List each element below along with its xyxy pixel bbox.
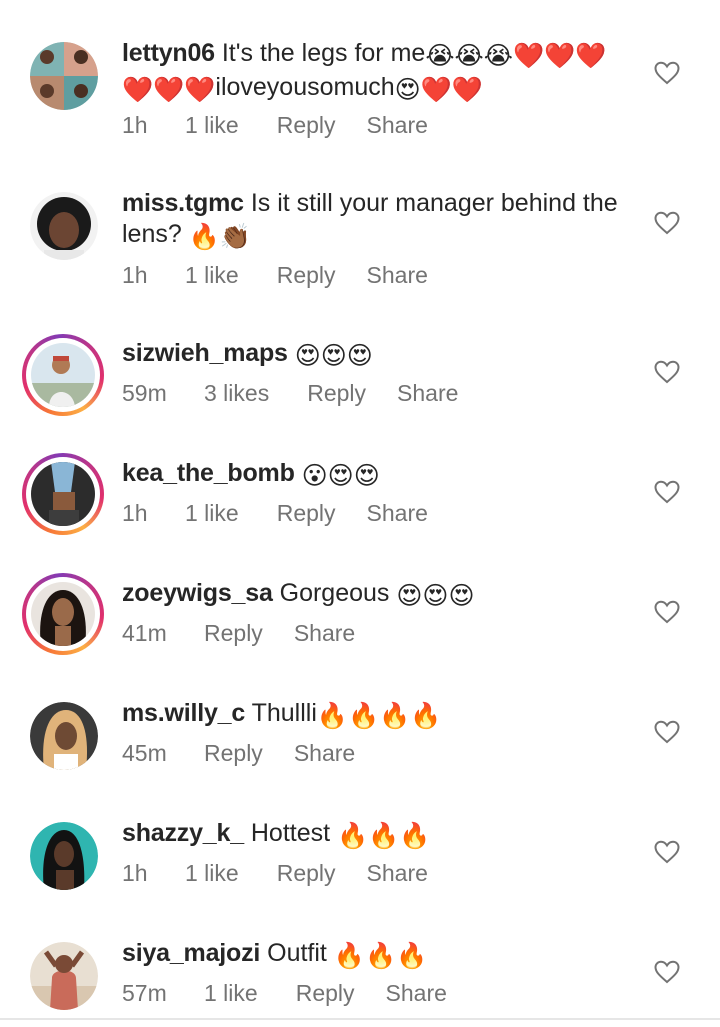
reply-button[interactable]: Reply: [307, 380, 366, 407]
reply-button[interactable]: Reply: [277, 860, 336, 887]
share-button[interactable]: Share: [397, 380, 458, 407]
share-button[interactable]: Share: [294, 740, 355, 767]
timestamp: 41m: [122, 620, 167, 646]
username[interactable]: lettyn06: [122, 39, 215, 67]
heart-outline-icon[interactable]: [654, 960, 680, 984]
username[interactable]: sizwieh_maps: [122, 339, 288, 367]
share-button[interactable]: Share: [367, 500, 428, 527]
reply-button[interactable]: Reply: [277, 112, 336, 139]
comment-text: Gorgeous: [279, 579, 390, 607]
share-button[interactable]: Share: [367, 112, 428, 139]
share-button[interactable]: Share: [386, 980, 447, 1007]
emoji: 😍😍😍: [294, 342, 373, 370]
emoji: ❤️❤️❤️: [122, 76, 216, 104]
comment-text: Thullli: [251, 699, 317, 727]
emoji: 😮😍😍: [301, 462, 380, 490]
username[interactable]: ms.willy_c: [122, 699, 245, 727]
likes-count[interactable]: 3 likes: [204, 380, 269, 407]
username[interactable]: shazzy_k_: [122, 819, 244, 847]
heart-outline-icon[interactable]: [654, 211, 680, 235]
emoji: 😭😭😭❤️❤️❤️: [425, 42, 607, 70]
likes-count[interactable]: 1 like: [185, 112, 239, 139]
comment-text: Hottest: [250, 819, 331, 847]
heart-outline-icon[interactable]: [654, 480, 680, 504]
avatar[interactable]: [30, 822, 98, 890]
likes-count[interactable]: 1 like: [204, 980, 258, 1007]
share-button[interactable]: Share: [367, 860, 428, 887]
emoji: 🔥🔥🔥: [333, 942, 428, 970]
emoji: 🔥🔥🔥🔥: [316, 702, 442, 730]
comment-text: Outfit: [267, 939, 327, 967]
timestamp: 1h: [122, 500, 148, 526]
avatar[interactable]: [30, 702, 98, 770]
timestamp: 1h: [122, 262, 148, 288]
reply-button[interactable]: Reply: [204, 740, 263, 767]
username[interactable]: siya_majozi: [122, 939, 260, 967]
avatar[interactable]: [30, 942, 98, 1010]
likes-count[interactable]: 1 like: [185, 262, 239, 289]
reply-button[interactable]: Reply: [277, 500, 336, 527]
divider: [0, 1018, 720, 1020]
emoji: 😍😍😍: [396, 582, 475, 610]
avatar-story-ring[interactable]: [22, 573, 104, 655]
username[interactable]: miss.tgmc: [122, 189, 244, 217]
reply-button[interactable]: Reply: [204, 620, 263, 647]
reply-button[interactable]: Reply: [277, 262, 336, 289]
heart-outline-icon[interactable]: [654, 61, 680, 85]
username[interactable]: kea_the_bomb: [122, 459, 295, 487]
heart-outline-icon[interactable]: [654, 600, 680, 624]
timestamp: 1h: [122, 860, 148, 886]
likes-count[interactable]: 1 like: [185, 860, 239, 887]
heart-outline-icon[interactable]: [654, 840, 680, 864]
emoji: 🔥🔥🔥: [337, 822, 431, 850]
reply-button[interactable]: Reply: [296, 980, 355, 1007]
emoji: 😍❤️❤️: [394, 76, 483, 104]
timestamp: 1h: [122, 112, 148, 138]
avatar[interactable]: [30, 42, 98, 110]
timestamp: 59m: [122, 380, 167, 406]
heart-outline-icon[interactable]: [654, 720, 680, 744]
heart-outline-icon[interactable]: [654, 360, 680, 384]
avatar[interactable]: [30, 192, 98, 260]
avatar-story-ring[interactable]: [22, 334, 104, 416]
timestamp: 45m: [122, 740, 167, 766]
share-button[interactable]: Share: [367, 262, 428, 289]
likes-count[interactable]: 1 like: [185, 500, 239, 527]
share-button[interactable]: Share: [294, 620, 355, 647]
avatar-story-ring[interactable]: [22, 453, 104, 535]
emoji: 🔥👏🏾: [188, 223, 251, 251]
comments-list: lettyn06 It's the legs for me😭😭😭❤️❤️❤️ ❤…: [0, 0, 720, 1027]
comment-text: It's the legs for me: [221, 39, 426, 67]
username[interactable]: zoeywigs_sa: [122, 579, 273, 607]
comment-text-continued: iloveyousomuch: [215, 73, 395, 101]
timestamp: 57m: [122, 980, 167, 1006]
